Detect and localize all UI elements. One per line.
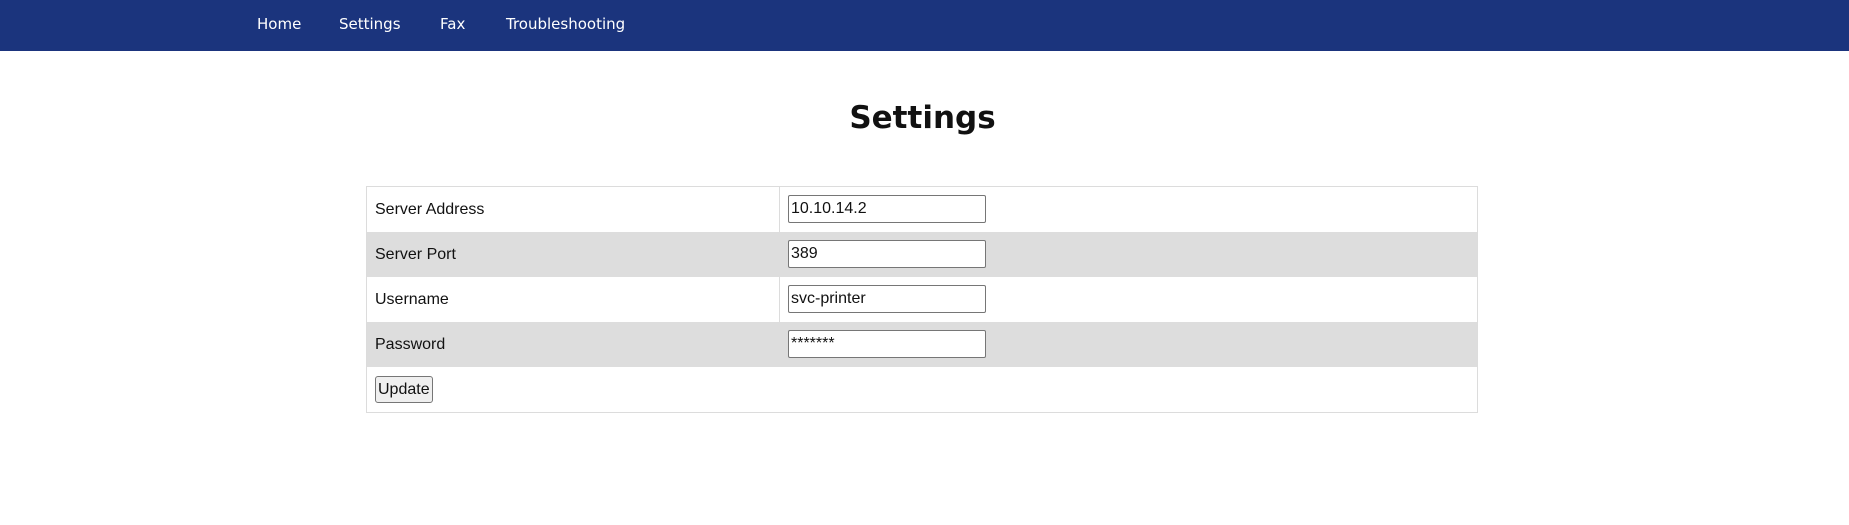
nav-item-fax[interactable]: Fax xyxy=(440,0,465,49)
column-divider xyxy=(779,277,780,322)
top-navbar: Home Settings Fax Troubleshooting xyxy=(0,0,1849,51)
update-row: Update xyxy=(367,367,1477,412)
server-address-input[interactable] xyxy=(788,195,986,223)
server-port-label: Server Port xyxy=(375,246,456,263)
server-address-row: Server Address xyxy=(367,187,1477,232)
password-row: Password xyxy=(367,322,1477,367)
column-divider xyxy=(779,232,780,277)
username-row: Username xyxy=(367,277,1477,322)
username-label: Username xyxy=(375,291,449,308)
server-port-row: Server Port xyxy=(367,232,1477,277)
server-port-input[interactable] xyxy=(788,240,986,268)
username-input[interactable] xyxy=(788,285,986,313)
nav-item-troubleshooting[interactable]: Troubleshooting xyxy=(506,0,625,49)
update-button[interactable]: Update xyxy=(375,376,433,403)
server-address-label: Server Address xyxy=(375,201,485,218)
password-input[interactable] xyxy=(788,330,986,358)
settings-form-table: Server Address Server Port Username Pass… xyxy=(366,186,1478,413)
nav-item-settings[interactable]: Settings xyxy=(339,0,401,49)
nav-item-home[interactable]: Home xyxy=(257,0,301,49)
column-divider xyxy=(779,187,780,232)
column-divider xyxy=(779,322,780,367)
page-title: Settings xyxy=(849,100,996,136)
password-label: Password xyxy=(375,336,446,353)
